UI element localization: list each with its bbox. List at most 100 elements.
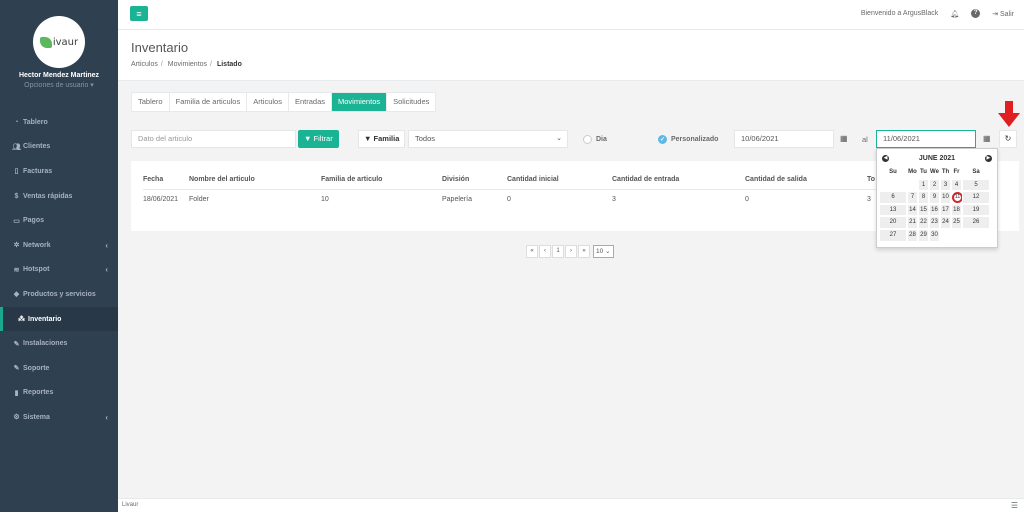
calendar-day[interactable]: 25: [951, 216, 962, 229]
page-prev-button[interactable]: ‹: [539, 245, 551, 258]
sidebar-item-soporte[interactable]: ✎ Soporte: [0, 356, 118, 381]
inventory-tabs: Tablero Familia de articulos Articulos E…: [131, 92, 437, 112]
table-header-row: Fecha Nombre del articulo Familia de art…: [143, 171, 887, 190]
calendar-day[interactable]: 24: [940, 216, 951, 229]
settings-toggle-icon[interactable]: ☰: [1011, 499, 1018, 512]
sidebar-item-ventas-r-pidas[interactable]: $ Ventas rápidas: [0, 184, 118, 209]
calendar-day[interactable]: 1: [918, 178, 929, 192]
breadcrumb-item[interactable]: Articulos: [131, 61, 158, 68]
tab-movimientos[interactable]: Movimientos: [332, 93, 388, 111]
page-next-button[interactable]: ›: [565, 245, 577, 258]
calendar-day[interactable]: 13: [879, 203, 907, 217]
dashboard-icon: ◔: [14, 118, 19, 126]
calendar-day[interactable]: 19: [962, 203, 990, 217]
sidebar-item-facturas[interactable]: ▯ Facturas: [0, 159, 118, 184]
calendar-day[interactable]: 17: [940, 203, 951, 217]
column-header[interactable]: Cantidad inicial: [507, 171, 612, 190]
calendar-day[interactable]: 28: [907, 228, 918, 242]
calendar-day[interactable]: 4: [951, 178, 962, 192]
date-to-input[interactable]: 11/06/2021: [876, 130, 976, 148]
breadcrumb-item[interactable]: Movimientos: [168, 61, 207, 68]
tab-articulos[interactable]: Articulos: [247, 93, 289, 111]
movements-table: Fecha Nombre del articulo Familia de art…: [143, 171, 887, 209]
sidebar-item-clientes[interactable]: 👥︎ Clientes: [0, 135, 118, 160]
table-cell: 18/06/2021: [143, 195, 179, 203]
column-header[interactable]: División: [442, 171, 507, 190]
sidebar-item-hotspot[interactable]: ≋ Hotspot ‹: [0, 258, 118, 283]
calendar-day[interactable]: 10: [940, 191, 951, 204]
sidebar-item-productos-y-servicios[interactable]: ◆ Productos y servicios: [0, 282, 118, 307]
datepicker-title[interactable]: JUNE 2021: [919, 155, 955, 162]
table-cell: 10: [321, 195, 329, 203]
sidebar-item-reportes[interactable]: ▮ Reportes: [0, 381, 118, 406]
calendar-day[interactable]: 8: [918, 191, 929, 204]
datepicker-header: ◀ JUNE 2021 ▶: [879, 152, 995, 165]
sidebar-nav: ◔ Tablero 👥︎ Clientes ▯ Facturas $ Ventas rápid…: [0, 110, 118, 430]
calendar-day[interactable]: 14: [907, 203, 918, 217]
calendar-day[interactable]: 27: [879, 228, 907, 242]
calendar-empty-cell: [879, 178, 907, 192]
calendar-day-selected[interactable]: 11: [951, 191, 963, 204]
tab-familia-de-articulos[interactable]: Familia de articulos: [170, 93, 248, 111]
sidebar-item-label: Clientes: [23, 143, 51, 151]
bell-icon[interactable]: 🔔︎: [950, 10, 959, 18]
column-header[interactable]: Familia de articulo: [321, 171, 442, 190]
footer: Livaur ☰: [118, 498, 1024, 512]
sidebar-item-tablero[interactable]: ◔ Tablero: [0, 110, 118, 135]
weekday-header: Th: [941, 169, 950, 175]
chevron-left-icon: ‹: [105, 240, 108, 250]
next-month-icon[interactable]: ▶: [984, 155, 992, 162]
sidebar-item-pagos[interactable]: ▭ Pagos: [0, 208, 118, 233]
radio-dia[interactable]: Dia: [583, 135, 607, 144]
calendar-day[interactable]: 2: [929, 178, 940, 192]
calendar-day[interactable]: 5: [962, 178, 990, 192]
calendar-day[interactable]: 12: [962, 191, 990, 204]
refresh-button[interactable]: ↻: [999, 130, 1017, 148]
calendar-day[interactable]: 23: [929, 216, 940, 229]
calendar-day[interactable]: 3: [940, 178, 951, 192]
page-last-button[interactable]: »: [578, 245, 590, 258]
calendar-day[interactable]: 7: [907, 191, 918, 204]
column-header[interactable]: Fecha: [143, 171, 189, 190]
calendar-day[interactable]: 29: [918, 228, 929, 242]
calendar-day[interactable]: 15: [918, 203, 929, 217]
logout-link[interactable]: ⇥ Salir: [992, 10, 1014, 18]
calendar-day[interactable]: 6: [879, 191, 907, 204]
filter-button[interactable]: ▼ Filtrar: [298, 130, 339, 148]
page-size-select[interactable]: 10 ⌄: [593, 245, 614, 258]
user-options-dropdown[interactable]: Opciones de usuario ▾: [0, 81, 118, 89]
sidebar-item-inventario[interactable]: ⁂ Inventario: [0, 306, 118, 332]
tab-tablero[interactable]: Tablero: [132, 93, 170, 111]
page-first-button[interactable]: «: [526, 245, 538, 258]
calendar-day[interactable]: 22: [918, 216, 929, 229]
cubes-icon: ⁂: [18, 316, 25, 324]
column-header[interactable]: Cantidad de entrada: [612, 171, 745, 190]
sidebar-item-network[interactable]: ✲ Network ‹: [0, 233, 118, 258]
calendar-day[interactable]: 18: [951, 203, 962, 217]
sidebar-item-instalaciones[interactable]: ✎ Instalaciones: [0, 331, 118, 356]
calendar-day[interactable]: 21: [907, 216, 918, 229]
calendar-empty-cell: [951, 228, 962, 242]
sidebar-item-label: Sistema: [23, 413, 50, 421]
column-header[interactable]: Nombre del articulo: [189, 171, 321, 190]
prev-month-icon[interactable]: ◀: [882, 155, 889, 162]
radio-personalizado[interactable]: ✓ Personalizado: [658, 135, 718, 144]
family-select[interactable]: Todos ⌄: [408, 130, 568, 148]
calendar-day[interactable]: 26: [962, 216, 990, 229]
article-search-input[interactable]: Dato del articulo: [131, 130, 296, 148]
calendar-day[interactable]: 9: [929, 191, 940, 204]
calendar-day[interactable]: 16: [929, 203, 940, 217]
date-from-input[interactable]: 10/06/2021: [734, 130, 834, 148]
calendar-day[interactable]: 30: [929, 228, 940, 242]
help-icon[interactable]: ?: [971, 9, 981, 18]
calendar-icon[interactable]: ▦: [983, 134, 991, 143]
menu-toggle-button[interactable]: ≡: [130, 6, 148, 21]
column-header[interactable]: Cantidad de salida: [745, 171, 867, 190]
page-number-button[interactable]: 1: [552, 245, 564, 258]
calendar-day[interactable]: 20: [879, 216, 907, 229]
tab-entradas[interactable]: Entradas: [289, 93, 333, 111]
calendar-icon[interactable]: ▦: [840, 134, 848, 143]
tab-solicitudes[interactable]: Solicitudes: [387, 93, 435, 111]
sidebar-item-sistema[interactable]: ⚙ Sistema ‹: [0, 405, 118, 430]
weekday-header: Tu: [920, 169, 927, 175]
